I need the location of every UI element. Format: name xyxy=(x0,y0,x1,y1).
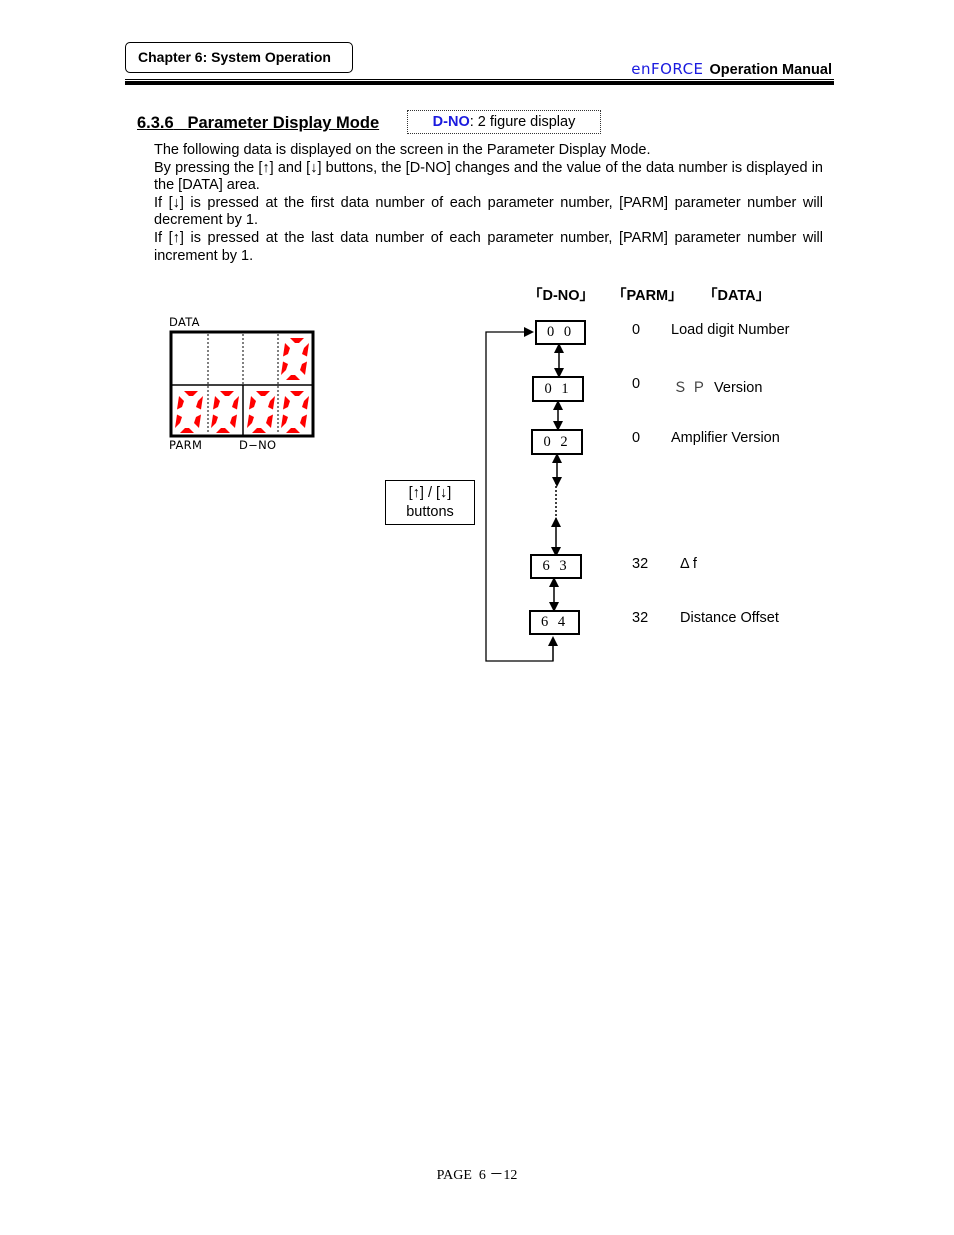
data-description: ＳＰ Version xyxy=(673,376,762,397)
data-prefix: ＳＰ xyxy=(673,380,710,396)
data-description: Load digit Number xyxy=(671,322,790,338)
data-description: Δ f xyxy=(680,556,697,572)
data-description: Distance Offset xyxy=(680,610,779,626)
parm-value: 0 xyxy=(632,376,641,392)
dno-box-01: 0 1 xyxy=(532,376,584,402)
page-number: PAGE 6 －12 xyxy=(436,1168,518,1183)
parm-value: 32 xyxy=(632,610,649,626)
updown-buttons-word: buttons xyxy=(406,504,454,520)
dno-box-63: 6 3 xyxy=(530,554,582,579)
data-text: Version xyxy=(714,380,763,396)
updown-buttons-label: [↑] / [↓] buttons xyxy=(385,480,475,525)
dno-box-64: 6 4 xyxy=(529,610,580,635)
parm-value: 32 xyxy=(632,556,649,572)
dno-box-00: 0 0 xyxy=(535,320,586,345)
updown-buttons-arrows: [↑] / [↓] xyxy=(408,485,452,501)
parm-value: 0 xyxy=(632,322,641,338)
dno-flow-diagram xyxy=(485,327,564,662)
dno-box-02: 0 2 xyxy=(531,429,583,455)
parm-value: 0 xyxy=(632,430,641,446)
data-description: Amplifier Version xyxy=(671,430,780,446)
